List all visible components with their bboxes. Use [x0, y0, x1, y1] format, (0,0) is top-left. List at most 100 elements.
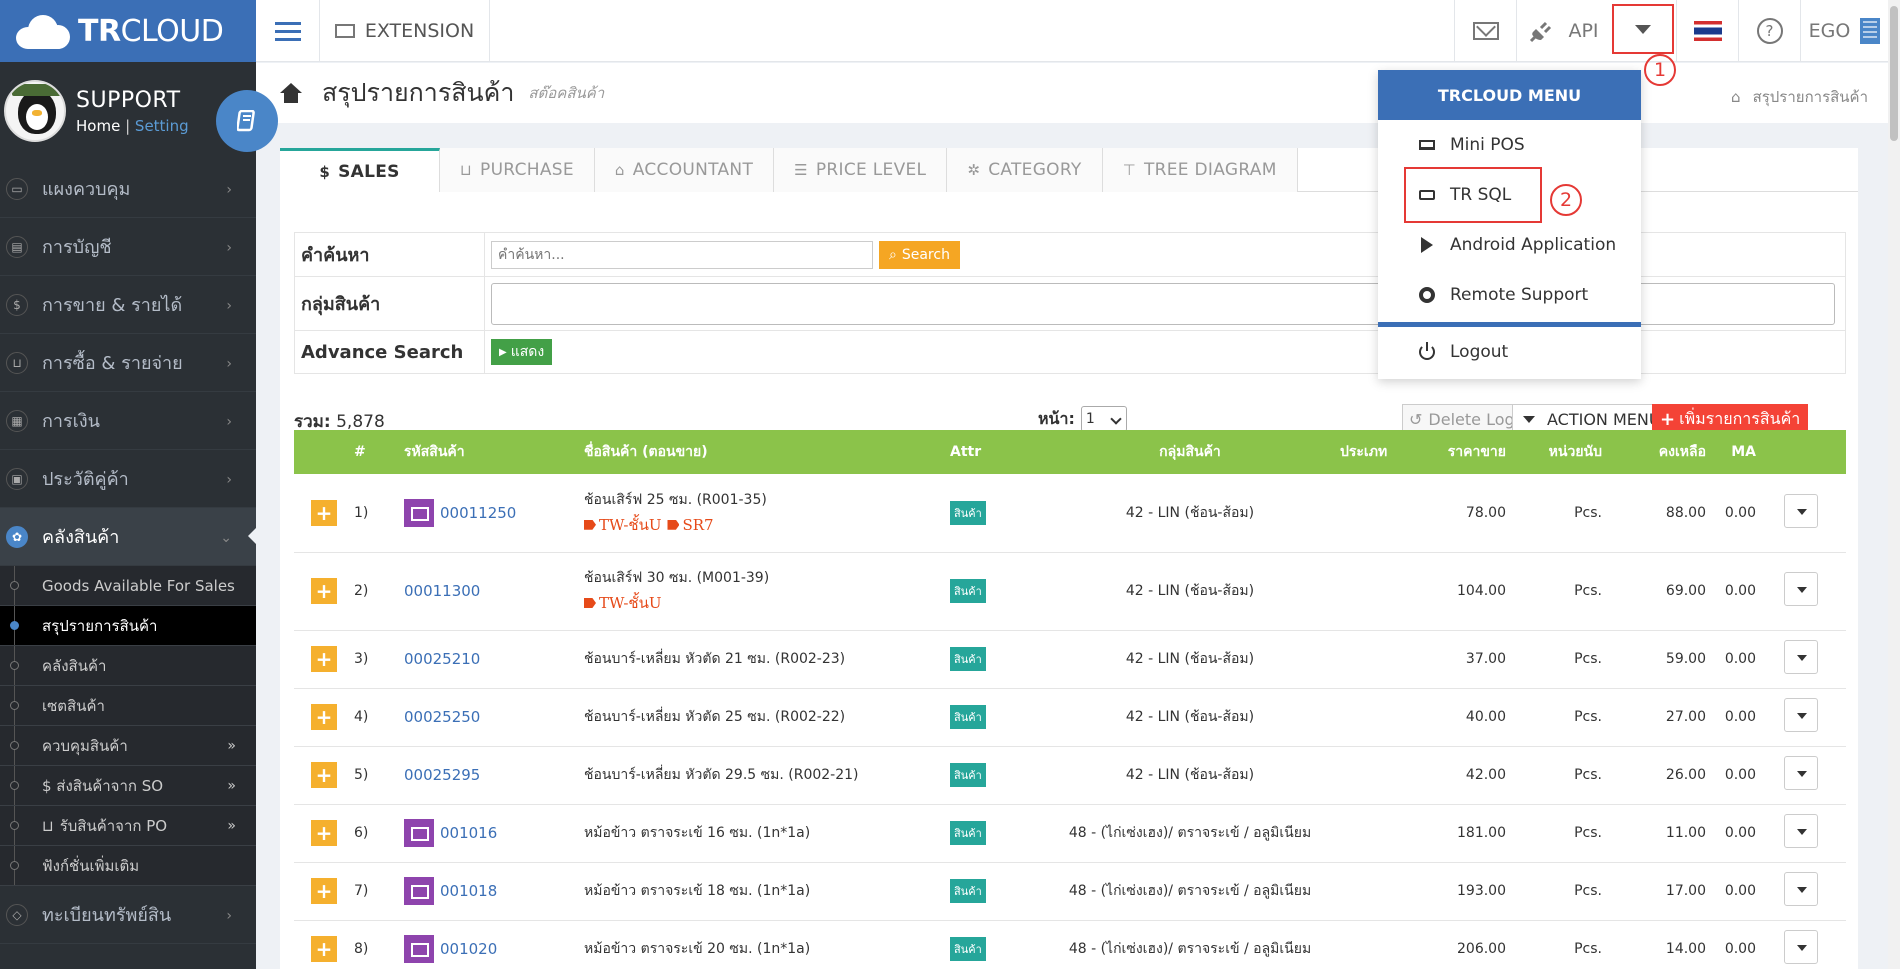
sidebar-sub-product-summary[interactable]: สรุปรายการสินค้า [0, 606, 256, 646]
unit: Pcs. [1506, 862, 1602, 921]
sidebar-item-warehouse[interactable]: ✿ คลังสินค้า ⌄ [0, 508, 256, 566]
row-actions-dropdown[interactable] [1784, 698, 1818, 732]
column-header-remaining[interactable]: คงเหลือ [1602, 430, 1706, 474]
expand-row-button[interactable]: + [311, 704, 337, 730]
scrollbar-thumb[interactable] [1890, 6, 1898, 141]
image-icon[interactable] [404, 498, 434, 527]
tag-item[interactable]: TW-ชั้นU [584, 516, 661, 534]
sidebar-sub-ship-from-so[interactable]: $ ส่งสินค้าจาก SO » [0, 766, 256, 806]
top-bar: EXTENSION API ? EGO [256, 0, 1900, 62]
sidebar-sub-warehouse[interactable]: คลังสินค้า [0, 646, 256, 686]
attr-badge: สินค้า [950, 821, 986, 845]
column-header-name[interactable]: ชื่อสินค้า (ตอนขาย) [584, 430, 950, 474]
menu-item-logout[interactable]: Logout [1378, 327, 1641, 377]
image-icon[interactable] [404, 819, 434, 847]
expand-row-button[interactable]: + [311, 646, 337, 672]
caret-right-icon: ▶ [499, 346, 507, 358]
column-header-code[interactable]: รหัสสินค้า [404, 430, 584, 474]
sidebar-sub-label: รับสินค้าจาก PO [59, 816, 168, 835]
sidebar-item-label: การขาย & รายได้ [42, 295, 183, 316]
notebook-button[interactable] [216, 90, 278, 152]
tab-purchase[interactable]: ⊔ PURCHASE [440, 148, 595, 192]
row-actions-dropdown[interactable] [1784, 640, 1818, 674]
row-actions-dropdown[interactable] [1784, 872, 1818, 906]
sidebar-item-contacts[interactable]: ▣ ประวัติคู่ค้า › [0, 450, 256, 508]
show-button-label: แสดง [510, 344, 545, 360]
row-actions-dropdown[interactable] [1784, 572, 1818, 606]
row-actions-dropdown[interactable] [1784, 930, 1818, 964]
tab-price-level[interactable]: ☰ PRICE LEVEL [774, 148, 948, 192]
sidebar-item-dashboard[interactable]: ▭ แผงควบคุม › [0, 160, 256, 218]
row-actions-dropdown[interactable] [1784, 814, 1818, 848]
double-chevron-icon: » [227, 817, 236, 834]
menu-item-android-app[interactable]: Android Application [1378, 220, 1641, 270]
row-actions-dropdown[interactable] [1784, 756, 1818, 790]
sidebar-sub-more-functions[interactable]: ฟังก์ชั่นเพิ่มเติม [0, 846, 256, 886]
expand-row-button[interactable]: + [311, 820, 337, 846]
avatar[interactable] [4, 80, 66, 142]
page-scrollbar[interactable] [1888, 0, 1900, 969]
image-icon[interactable] [404, 877, 434, 905]
sidebar: TRCLOUD SUPPORT Home | Setting ▭ แผงควบคุ… [0, 0, 278, 969]
tab-tree-diagram[interactable]: ⊤ TREE DIAGRAM [1102, 148, 1298, 192]
help-button[interactable]: ? [1738, 0, 1800, 62]
product-code-link[interactable]: 001016 [440, 824, 497, 842]
home-icon[interactable] [280, 83, 302, 103]
api-button[interactable]: API [1516, 0, 1610, 62]
show-advance-button[interactable]: ▶ แสดง [491, 339, 553, 365]
tab-category[interactable]: ✲ CATEGORY [947, 148, 1103, 192]
expand-row-button[interactable]: + [311, 878, 337, 904]
sidebar-item-finance[interactable]: ▦ การเงิน › [0, 392, 256, 450]
product-group: 42 - LIN (ช้อน-ส้อม) [1040, 630, 1340, 689]
product-code-link[interactable]: 00011250 [440, 504, 516, 522]
language-button[interactable] [1676, 0, 1738, 62]
expand-row-button[interactable]: + [311, 762, 337, 788]
tag-item[interactable]: TW-ชั้นU [584, 594, 661, 612]
row-actions-dropdown[interactable] [1784, 493, 1818, 528]
product-code-link[interactable]: 00011300 [404, 582, 480, 600]
image-icon[interactable] [404, 935, 434, 963]
sidebar-item-sales[interactable]: $ การขาย & รายได้ › [0, 276, 256, 334]
home-icon[interactable]: ⌂ [1731, 88, 1741, 106]
page-select[interactable]: 1 [1080, 406, 1127, 432]
mail-button[interactable] [1454, 0, 1516, 62]
remaining-qty: 26.00 [1602, 746, 1706, 805]
brand-logo[interactable]: TRCLOUD [0, 0, 256, 62]
home-link[interactable]: Home [76, 117, 120, 135]
column-header-group[interactable]: กลุ่มสินค้า [1040, 430, 1340, 474]
sidebar-item-purchase[interactable]: ⊔ การซื้อ & รายจ่าย › [0, 334, 256, 392]
menu-item-mini-pos[interactable]: Mini POS [1378, 120, 1641, 170]
expand-row-button[interactable]: + [311, 936, 337, 962]
laptop-icon [1419, 140, 1435, 150]
search-input[interactable] [491, 240, 873, 269]
product-code-link[interactable]: 00025250 [404, 708, 480, 726]
column-header-price[interactable]: ราคาขาย [1416, 430, 1506, 474]
company-button[interactable]: EGO [1800, 0, 1900, 62]
tab-sales[interactable]: $ SALES [280, 148, 440, 192]
menu-item-label: Android Application [1450, 235, 1617, 255]
menu-item-remote-support[interactable]: Remote Support [1378, 270, 1641, 320]
product-code-link[interactable]: 00025210 [404, 650, 480, 668]
sidebar-sub-receive-from-po[interactable]: ⊔ รับสินค้าจาก PO » [0, 806, 256, 846]
product-code-link[interactable]: 001018 [440, 882, 497, 900]
search-button-label: Search [901, 246, 950, 263]
app-menu-dropdown-toggle[interactable] [1610, 0, 1676, 62]
sidebar-sub-product-set[interactable]: เซตสินค้า [0, 686, 256, 726]
sidebar-item-assets[interactable]: ◇ ทะเบียนทรัพย์สิน › [0, 886, 256, 944]
company-label: EGO [1808, 20, 1851, 42]
product-code-link[interactable]: 001020 [440, 940, 497, 958]
product-code-link[interactable]: 00025295 [404, 766, 480, 784]
tag-item[interactable]: SR7 [667, 516, 714, 534]
remaining-qty: 11.00 [1602, 804, 1706, 863]
extension-button[interactable]: EXTENSION [320, 0, 490, 62]
search-button[interactable]: ⌕ Search [879, 240, 960, 269]
tab-accountant[interactable]: ⌂ ACCOUNTANT [594, 148, 775, 192]
sale-price: 40.00 [1416, 688, 1506, 747]
hamburger-menu-button[interactable] [256, 0, 320, 62]
sidebar-item-accounting[interactable]: ▤ การบัญชี › [0, 218, 256, 276]
setting-link[interactable]: Setting [135, 117, 189, 135]
expand-row-button[interactable]: + [311, 578, 337, 604]
sidebar-sub-goods-available[interactable]: Goods Available For Sales [0, 566, 256, 606]
sidebar-sub-stock-control[interactable]: ควบคุมสินค้า » [0, 726, 256, 766]
expand-row-button[interactable]: + [311, 499, 337, 526]
